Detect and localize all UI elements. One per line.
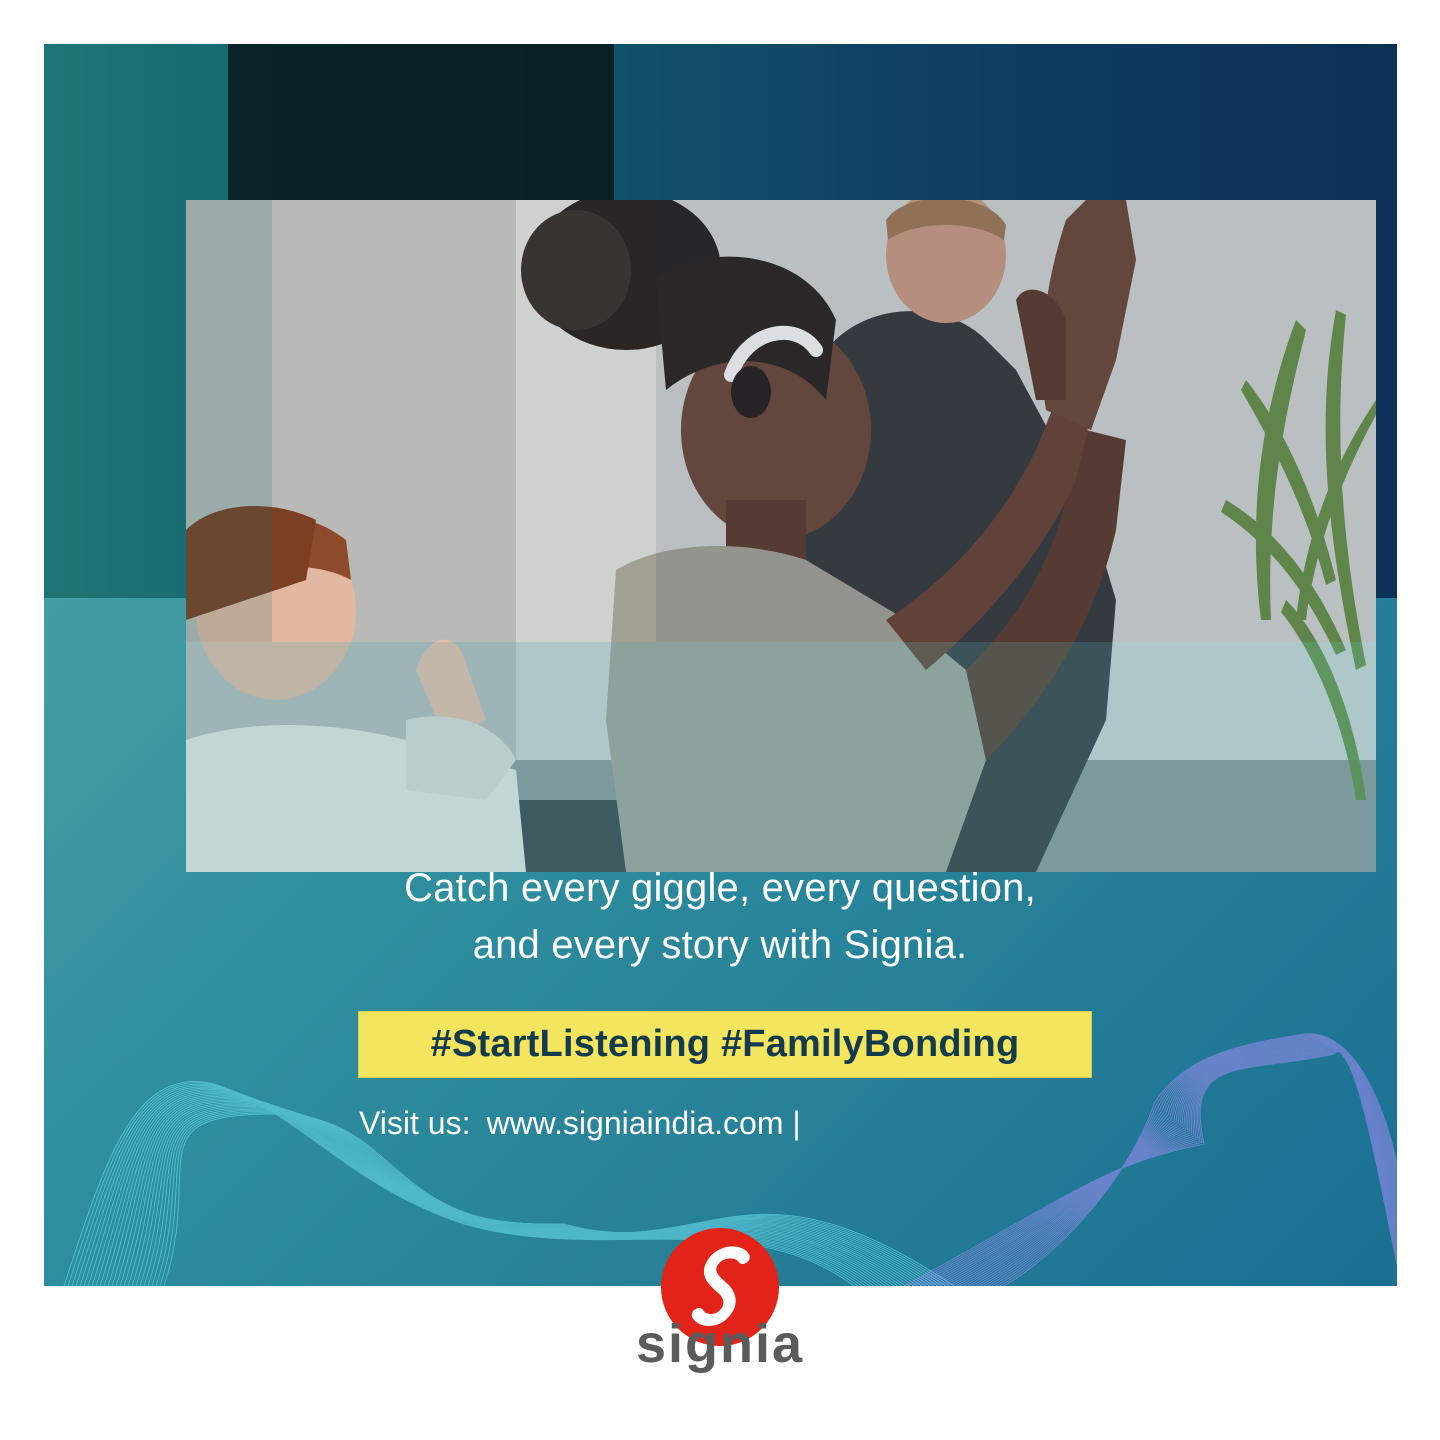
- photo-tint-bottom: [186, 642, 1376, 872]
- family-exercise-photo: [186, 200, 1376, 872]
- signia-wordmark: signia: [636, 1314, 804, 1374]
- visit-us-line: Visit us: www.signiaindia.com |: [359, 1101, 801, 1145]
- tagline-line-1: Catch every giggle, every question,: [404, 866, 1036, 910]
- promo-panel: [44, 44, 1397, 1286]
- tagline-line-2: and every story with Signia.: [472, 923, 968, 967]
- photo-tint-left: [186, 200, 272, 642]
- hashtag-banner: #StartListening #FamilyBonding: [358, 1011, 1092, 1078]
- photo-tint-right: [656, 200, 1376, 642]
- wordmark-text: signia: [636, 1314, 804, 1374]
- tagline: Catch every giggle, every question, and …: [0, 860, 1440, 974]
- visit-label: Visit us:: [359, 1105, 471, 1141]
- website-link[interactable]: www.signiaindia.com |: [486, 1105, 800, 1141]
